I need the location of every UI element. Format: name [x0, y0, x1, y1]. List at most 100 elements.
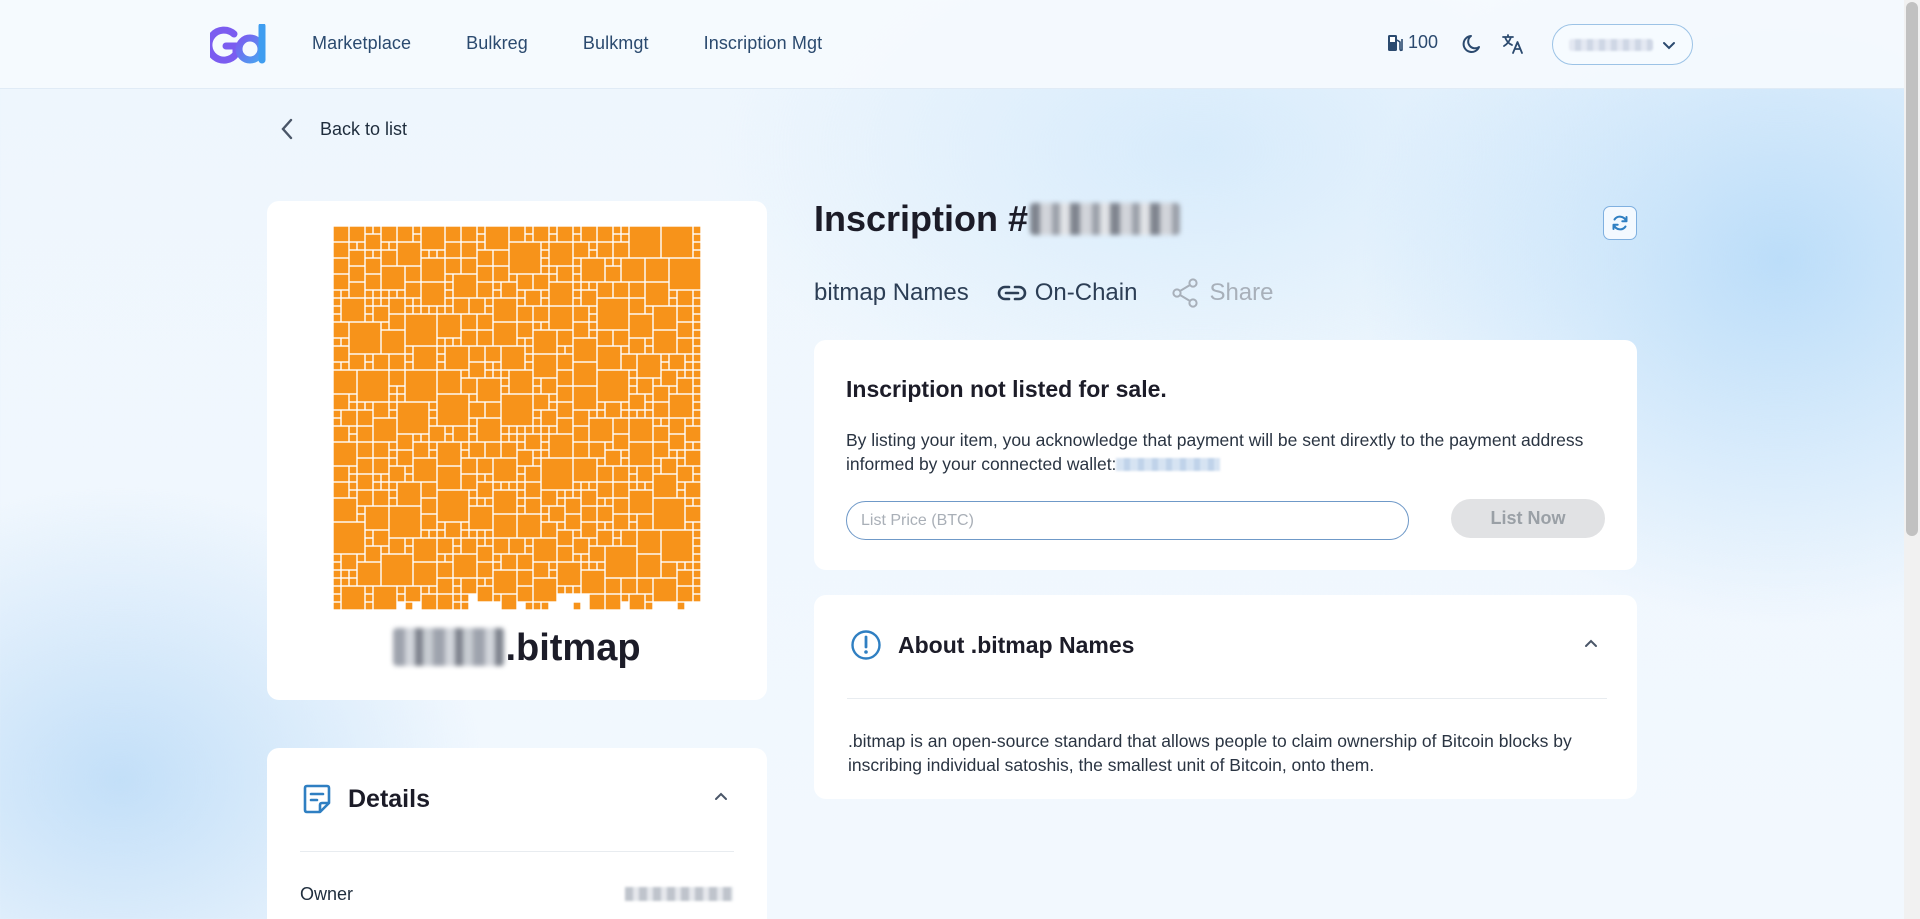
bitmap-block — [333, 226, 349, 242]
bitmap-block — [533, 562, 549, 578]
bitmap-block — [613, 530, 621, 538]
bitmap-block — [381, 554, 413, 586]
bitmap-block — [365, 362, 373, 370]
bitmap-block — [373, 482, 381, 490]
bitmap-block — [693, 538, 701, 546]
nav-inscription-mgt[interactable]: Inscription Mgt — [704, 33, 823, 54]
back-to-list-link[interactable]: Back to list — [280, 118, 407, 140]
bitmap-block — [557, 370, 573, 386]
bitmap-block — [589, 442, 605, 458]
bitmap-block — [493, 322, 517, 346]
bitmap-block — [557, 530, 573, 546]
bitmap-block — [469, 434, 477, 442]
bitmap-block — [557, 498, 565, 506]
bitmap-block — [405, 466, 413, 474]
bitmap-block — [469, 442, 485, 458]
bitmap-block — [629, 594, 645, 610]
listing-status-heading: Inscription not listed for sale. — [846, 376, 1167, 402]
bitmap-block — [549, 426, 557, 434]
list-now-button[interactable]: List Now — [1451, 499, 1605, 538]
bitmap-block — [653, 426, 669, 442]
bitmap-block — [461, 314, 477, 330]
bitmap-block — [645, 338, 653, 346]
bitmap-block — [653, 578, 677, 602]
bitmap-block — [397, 594, 405, 602]
bitmap-block — [445, 274, 453, 282]
bitmap-block — [629, 386, 637, 394]
bitmap-block — [693, 474, 701, 482]
bitmap-block — [389, 498, 397, 506]
bitmap-block — [653, 474, 677, 498]
chevron-up-icon[interactable] — [1583, 637, 1599, 649]
collection-link[interactable]: bitmap Names — [814, 279, 969, 307]
bitmap-block — [357, 426, 373, 442]
bitmap-block — [453, 586, 461, 594]
bitmap-block — [693, 314, 701, 322]
refresh-button[interactable] — [1603, 206, 1637, 240]
bitmap-block — [573, 482, 581, 490]
bitmap-block — [389, 290, 397, 298]
about-header[interactable]: About .bitmap Names — [850, 629, 1134, 661]
page-scrollbar-thumb[interactable] — [1906, 2, 1918, 536]
chevron-up-icon[interactable] — [713, 790, 729, 802]
bitmap-block — [477, 250, 493, 266]
divider — [300, 851, 734, 852]
list-price-input[interactable] — [846, 501, 1409, 540]
bitmap-block — [549, 434, 573, 458]
share-link[interactable]: Share — [1171, 278, 1274, 308]
nav-bulkreg[interactable]: Bulkreg — [466, 33, 528, 54]
bitmap-block — [533, 378, 541, 386]
bitmap-block — [533, 274, 549, 290]
bitmap-block — [461, 370, 469, 378]
bitmap-block — [501, 282, 517, 298]
language-icon[interactable] — [1501, 32, 1525, 56]
bitmap-block — [461, 442, 469, 450]
bitmap-block — [397, 402, 429, 434]
details-header[interactable]: Details — [302, 783, 430, 815]
bitmap-block — [365, 602, 373, 610]
bitmap-block — [397, 450, 413, 466]
bitmap-block — [661, 362, 669, 370]
bitmap-block — [357, 402, 365, 410]
inscription-image-card: .bitmap — [267, 201, 767, 700]
bitmap-block — [629, 514, 637, 522]
bitmap-block — [589, 314, 597, 322]
bitmap-block — [333, 602, 341, 610]
bitmap-block — [429, 410, 437, 418]
bitmap-block — [405, 298, 413, 306]
bitmap-block — [389, 466, 405, 482]
bitmap-block — [405, 362, 413, 370]
bitmap-block — [645, 346, 653, 354]
bitmap-block — [565, 498, 581, 514]
on-chain-link[interactable]: On-Chain — [997, 279, 1137, 307]
site-logo[interactable] — [210, 24, 270, 66]
bitmap-block — [605, 266, 621, 282]
bitmap-block — [621, 226, 629, 234]
nav-marketplace[interactable]: Marketplace — [312, 33, 411, 54]
bitmap-block — [645, 482, 653, 490]
gas-fee-indicator[interactable]: 100 — [1386, 32, 1438, 53]
bitmap-block — [333, 498, 357, 522]
bitmap-block — [533, 226, 549, 242]
bitmap-block — [349, 266, 365, 282]
bitmap-block — [653, 386, 669, 402]
bitmap-block — [445, 346, 469, 370]
bitmap-block — [349, 402, 357, 410]
bitmap-block — [437, 490, 469, 522]
bitmap-block — [445, 522, 461, 538]
bitmap-block — [485, 498, 493, 506]
bitmap-block — [341, 338, 349, 346]
nav-bulkmgt[interactable]: Bulkmgt — [583, 33, 649, 54]
bitmap-block — [629, 378, 637, 386]
wallet-account-button[interactable] — [1552, 24, 1693, 65]
bitmap-block — [533, 578, 557, 602]
dark-mode-icon[interactable] — [1462, 33, 1484, 55]
bitmap-block — [421, 250, 429, 258]
bitmap-block — [525, 482, 541, 498]
document-icon — [303, 784, 331, 814]
bitmap-block — [541, 298, 549, 306]
bitmap-block — [477, 330, 493, 346]
bitmap-block — [437, 362, 445, 370]
bitmap-block — [429, 426, 445, 442]
bitmap-block — [613, 434, 629, 450]
